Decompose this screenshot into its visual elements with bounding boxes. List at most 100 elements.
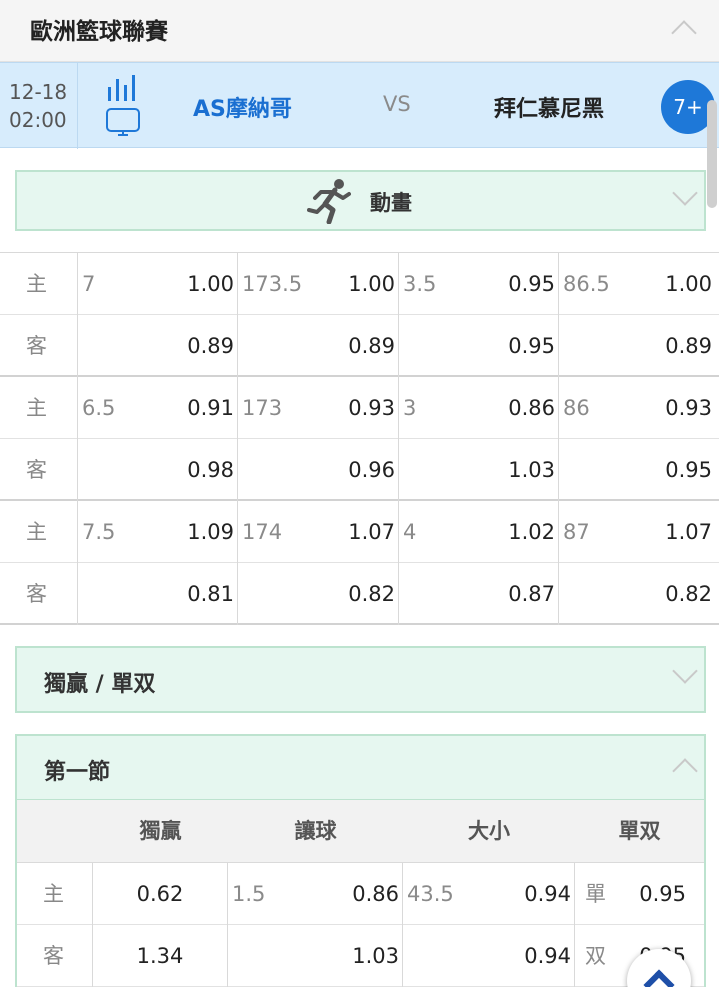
odds-line: 86.5 [563, 272, 610, 296]
table-row: 主 0.62 1.5 0.86 43.5 0.94 單 0.95 [17, 863, 704, 925]
chevron-up-icon[interactable] [671, 20, 697, 46]
scrollbar[interactable] [707, 100, 717, 208]
table-row: 客 0.81 0.82 0.87 0.82 [0, 563, 719, 625]
home-side-label: 主 [17, 863, 93, 925]
odds-price: 1.00 [348, 272, 395, 296]
table-row: 客 1.34 1.03 0.94 双0.95 [17, 925, 704, 987]
home-team[interactable]: AS摩納哥 [193, 91, 292, 123]
odds-cell[interactable]: 0.95 [559, 439, 715, 501]
odd-even-label: 單 [585, 882, 606, 906]
match-row[interactable]: 12-18 02:00 AS摩納哥 VS 拜仁慕尼黑 7+ [0, 62, 719, 149]
odds-cell[interactable]: 173 0.93 [238, 377, 399, 439]
odds-cell[interactable]: 0.62 [93, 863, 228, 925]
odds-cell[interactable]: 7.5 1.09 [78, 501, 238, 563]
table-row: 客 0.89 0.89 0.95 0.89 [0, 315, 719, 377]
odds-line: 6.5 [82, 396, 116, 420]
odds-cell[interactable]: 1.03 [228, 925, 403, 987]
odds-cell[interactable]: 0.89 [238, 315, 399, 377]
table-row: 主 7.5 1.09 174 1.07 4 1.02 87 1.07 [0, 501, 719, 563]
league-title: 歐洲籃球聯賽 [30, 19, 168, 45]
stats-icon[interactable] [106, 73, 140, 139]
odds-line: 86 [563, 396, 590, 420]
odds-line: 174 [242, 520, 283, 544]
odds-price: 1.03 [352, 944, 399, 968]
odds-price: 0.95 [665, 458, 712, 482]
odds-price: 1.34 [136, 944, 184, 968]
back-to-top-icon [643, 969, 675, 987]
odds-cell[interactable]: 3 0.86 [399, 377, 559, 439]
odds-cell[interactable]: 87 1.07 [559, 501, 715, 563]
column-header: 讓球 [294, 819, 337, 843]
match-time: 02:00 [9, 108, 67, 132]
odds-price: 0.93 [348, 396, 395, 420]
odds-cell[interactable]: 0.94 [403, 925, 575, 987]
odds-price: 0.95 [508, 272, 555, 296]
odds-cell[interactable]: 0.95 [399, 315, 559, 377]
odds-price: 1.00 [187, 272, 234, 296]
odds-line: 3 [403, 396, 417, 420]
odds-cell[interactable]: 86.5 1.00 [559, 253, 715, 315]
odds-line: 7.5 [82, 520, 116, 544]
odds-cell[interactable]: 4 1.02 [399, 501, 559, 563]
odds-line: 4 [403, 520, 417, 544]
odds-cell[interactable]: 0.82 [559, 563, 715, 625]
odds-cell[interactable]: 0.81 [78, 563, 238, 625]
odds-cell[interactable]: 0.82 [238, 563, 399, 625]
odds-price: 0.95 [639, 882, 686, 906]
odds-price: 0.82 [348, 582, 395, 606]
odds-table: 主 7 1.00 173.5 1.00 3.5 0.95 86.5 1.00 客 0.8… [0, 252, 719, 625]
odds-price: 1.09 [187, 520, 234, 544]
odds-cell[interactable]: 6.5 0.91 [78, 377, 238, 439]
animation-panel[interactable]: 動畫 [15, 170, 706, 231]
odds-cell[interactable]: 1.34 [93, 925, 228, 987]
odds-line: 3.5 [403, 272, 437, 296]
odds-cell[interactable]: 0.96 [238, 439, 399, 501]
odds-cell[interactable]: 86 0.93 [559, 377, 715, 439]
vs-label: VS [383, 92, 411, 116]
odds-price: 1.02 [508, 520, 555, 544]
panel-title: 第一節 [44, 760, 111, 785]
odds-price: 0.98 [187, 458, 234, 482]
odds-price: 0.94 [524, 882, 571, 906]
odds-cell[interactable]: 0.89 [559, 315, 715, 377]
chevron-down-icon[interactable] [672, 658, 698, 684]
odds-cell[interactable]: 單 0.95 [575, 863, 704, 925]
away-side-label: 客 [0, 315, 78, 377]
panel-title: 獨贏 / 單双 [44, 672, 156, 697]
odds-price: 0.62 [136, 882, 184, 906]
league-header[interactable]: 歐洲籃球聯賽 [0, 0, 719, 62]
column-headers: 獨贏 讓球 大小 單双 [17, 800, 704, 863]
odds-price: 0.81 [187, 582, 234, 606]
odds-line: 7 [82, 272, 96, 296]
home-side-label: 主 [0, 253, 78, 315]
odds-cell[interactable]: 1.03 [399, 439, 559, 501]
chevron-down-icon[interactable] [672, 180, 698, 206]
table-row: 主 7 1.00 173.5 1.00 3.5 0.95 86.5 1.00 [0, 253, 719, 315]
away-side-label: 客 [0, 563, 78, 625]
odds-cell[interactable]: 173.5 1.00 [238, 253, 399, 315]
odds-price: 0.86 [508, 396, 555, 420]
odds-price: 0.94 [524, 944, 571, 968]
away-team[interactable]: 拜仁慕尼黑 [494, 91, 604, 123]
odds-price: 0.93 [665, 396, 712, 420]
first-quarter-header[interactable]: 第一節 [17, 736, 704, 800]
away-side-label: 客 [17, 925, 93, 987]
odds-cell[interactable]: 0.89 [78, 315, 238, 377]
match-datetime: 12-18 02:00 [0, 63, 78, 149]
moneyline-oddeven-panel[interactable]: 獨贏 / 單双 [15, 646, 706, 713]
odds-price: 0.89 [187, 334, 234, 358]
home-side-label: 主 [0, 501, 78, 563]
chevron-up-icon[interactable] [672, 758, 698, 784]
odds-cell[interactable]: 43.5 0.94 [403, 863, 575, 925]
odd-even-label: 双 [585, 944, 606, 968]
odds-cell[interactable]: 0.87 [399, 563, 559, 625]
odds-price: 1.07 [348, 520, 395, 544]
odds-cell[interactable]: 1.5 0.86 [228, 863, 403, 925]
odds-cell[interactable]: 3.5 0.95 [399, 253, 559, 315]
odds-cell[interactable]: 174 1.07 [238, 501, 399, 563]
odds-cell[interactable]: 7 1.00 [78, 253, 238, 315]
odds-cell[interactable]: 0.98 [78, 439, 238, 501]
odds-price: 0.89 [665, 334, 712, 358]
match-date: 12-18 [9, 80, 68, 104]
column-header: 獨贏 [139, 819, 182, 843]
